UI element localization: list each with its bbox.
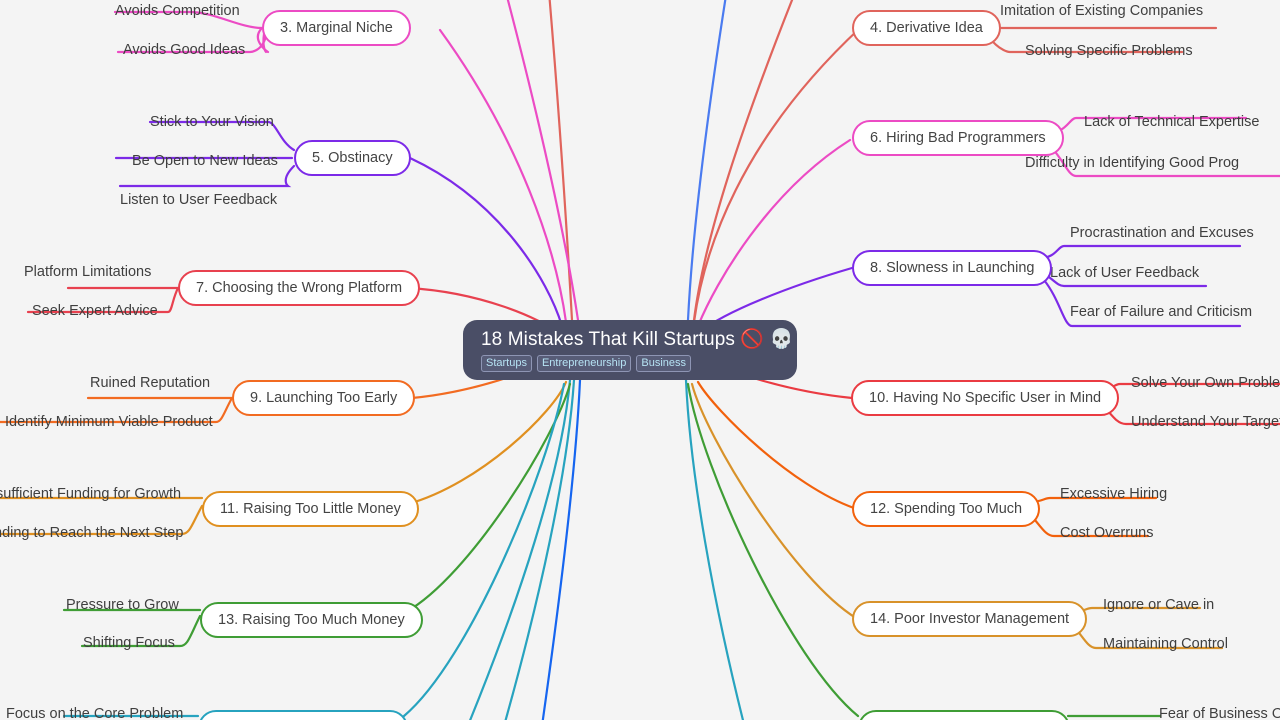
branch-label-11: 11. Raising Too Little Money	[220, 501, 401, 517]
leaf-imitation-existing-companies[interactable]: Imitation of Existing Companies	[1000, 3, 1203, 20]
branch-node-15[interactable]	[198, 710, 408, 720]
branch-node-13[interactable]: 13. Raising Too Much Money	[200, 602, 423, 638]
root-title: 18 Mistakes That Kill Startups 🚫 💀	[481, 329, 793, 351]
leaf-text: Cost Overruns	[1060, 525, 1154, 541]
leaf-text: Lack of User Feedback	[1050, 265, 1200, 281]
branch-label-4: 4. Derivative Idea	[870, 20, 983, 36]
leaf-ignore-or-cave-in[interactable]: Ignore or Cave in	[1103, 597, 1214, 614]
leaf-funding-to-reach-the-next-step[interactable]: nding to Reach the Next Step	[0, 525, 183, 542]
leaf-difficulty-identifying-good-programmers[interactable]: Difficulty in Identifying Good Prog	[1025, 155, 1239, 172]
leaf-insufficient-funding-for-growth[interactable]: sufficient Funding for Growth	[0, 486, 181, 503]
leaf-seek-expert-advice[interactable]: Seek Expert Advice	[32, 303, 158, 320]
leaf-ruined-reputation[interactable]: Ruined Reputation	[90, 375, 210, 392]
branch-label-5: 5. Obstinacy	[312, 150, 393, 166]
leaf-maintaining-control[interactable]: Maintaining Control	[1103, 636, 1228, 653]
branch-node-4[interactable]: 4. Derivative Idea	[852, 10, 1001, 46]
mindmap-canvas: 18 Mistakes That Kill Startups 🚫 💀 Start…	[0, 0, 1280, 720]
leaf-text: Avoids Competition	[115, 3, 240, 19]
branch-label-8: 8. Slowness in Launching	[870, 260, 1035, 276]
leaf-shifting-focus[interactable]: Shifting Focus	[83, 635, 175, 652]
leaf-text: Ruined Reputation	[90, 375, 211, 391]
leaf-text: Procrastination and Excuses	[1070, 225, 1254, 241]
root-node[interactable]: 18 Mistakes That Kill Startups 🚫 💀 Start…	[463, 320, 797, 380]
leaf-be-open-to-new-ideas[interactable]: Be Open to New Ideas	[132, 153, 278, 170]
leaf-text: sufficient Funding for Growth	[0, 486, 182, 502]
leaf-text: Seek Expert Advice	[32, 303, 158, 319]
branch-label-14: 14. Poor Investor Management	[870, 611, 1070, 627]
leaf-identify-minimum-viable-product[interactable]: Identify Minimum Viable Product	[5, 414, 213, 431]
leaf-text: Imitation of Existing Companies	[1000, 3, 1204, 19]
branch-node-10[interactable]: 10. Having No Specific User in Mind	[851, 380, 1120, 416]
leaf-lack-of-user-feedback[interactable]: Lack of User Feedback	[1050, 265, 1199, 282]
leaf-text: Ignore or Cave in	[1103, 597, 1215, 613]
leaf-text: Avoids Good Ideas	[123, 42, 246, 58]
branch-label-12: 12. Spending Too Much	[870, 501, 1023, 517]
tag-startups[interactable]: Startups	[481, 355, 532, 372]
leaf-pressure-to-grow[interactable]: Pressure to Grow	[66, 597, 179, 614]
branch-label-3: 3. Marginal Niche	[280, 20, 393, 36]
leaf-text: Solving Specific Problems	[1025, 43, 1193, 59]
branch-node-16[interactable]	[858, 710, 1070, 720]
leaf-text: Maintaining Control	[1103, 636, 1228, 652]
branch-label-7: 7. Choosing the Wrong Platform	[196, 280, 403, 296]
branch-node-6[interactable]: 6. Hiring Bad Programmers	[852, 120, 1064, 156]
leaf-text: Stick to Your Vision	[150, 114, 274, 130]
leaf-fear-of-business-operations[interactable]: Fear of Business Ope	[1159, 706, 1280, 720]
leaf-text: Lack of Technical Expertise	[1084, 114, 1260, 130]
branch-node-7[interactable]: 7. Choosing the Wrong Platform	[178, 270, 421, 306]
leaf-text: Understand Your Target A	[1131, 414, 1280, 430]
leaf-text: Difficulty in Identifying Good Prog	[1025, 155, 1240, 171]
leaf-avoids-competition[interactable]: Avoids Competition	[115, 3, 240, 20]
root-title-text: 18 Mistakes That Kill Startups	[481, 329, 735, 350]
leaf-text: Identify Minimum Viable Product	[5, 414, 213, 430]
leaf-lack-of-technical-expertise[interactable]: Lack of Technical Expertise	[1084, 114, 1259, 131]
prohibited-icon: 🚫	[740, 329, 765, 350]
leaf-listen-to-user-feedback[interactable]: Listen to User Feedback	[120, 192, 277, 209]
skull-icon: 💀	[769, 329, 794, 350]
leaf-text: Be Open to New Ideas	[132, 153, 278, 169]
leaf-excessive-hiring[interactable]: Excessive Hiring	[1060, 486, 1167, 503]
branch-label-6: 6. Hiring Bad Programmers	[870, 130, 1046, 146]
branch-node-9[interactable]: 9. Launching Too Early	[232, 380, 416, 416]
leaf-solve-your-own-problem[interactable]: Solve Your Own Problem	[1131, 375, 1280, 392]
branch-node-14[interactable]: 14. Poor Investor Management	[852, 601, 1088, 637]
leaf-text: Platform Limitations	[24, 264, 152, 280]
leaf-text: Shifting Focus	[83, 635, 175, 651]
branch-node-5[interactable]: 5. Obstinacy	[294, 140, 411, 176]
tag-entrepreneurship[interactable]: Entrepreneurship	[536, 355, 632, 372]
leaf-text: Listen to User Feedback	[120, 192, 278, 208]
leaf-text: Solve Your Own Problem	[1131, 375, 1280, 391]
branch-node-8[interactable]: 8. Slowness in Launching	[852, 250, 1053, 286]
root-tags: Startups Entrepreneurship Business	[481, 355, 781, 372]
leaf-text: Fear of Failure and Criticism	[1070, 304, 1253, 320]
branch-node-11[interactable]: 11. Raising Too Little Money	[202, 491, 419, 527]
branch-label-13: 13. Raising Too Much Money	[218, 612, 405, 628]
leaf-platform-limitations[interactable]: Platform Limitations	[24, 264, 151, 281]
leaf-text: Fear of Business Ope	[1159, 706, 1280, 720]
leaf-solving-specific-problems[interactable]: Solving Specific Problems	[1025, 43, 1193, 60]
leaf-text: nding to Reach the Next Step	[0, 525, 184, 541]
branch-node-3[interactable]: 3. Marginal Niche	[262, 10, 411, 46]
leaf-fear-of-failure-and-criticism[interactable]: Fear of Failure and Criticism	[1070, 304, 1252, 321]
leaf-stick-to-your-vision[interactable]: Stick to Your Vision	[150, 114, 274, 131]
branch-label-10: 10. Having No Specific User in Mind	[869, 390, 1102, 406]
leaf-text: Excessive Hiring	[1060, 486, 1168, 502]
leaf-text: Focus on the Core Problem	[6, 706, 184, 720]
leaf-focus-on-the-core-problem[interactable]: Focus on the Core Problem	[6, 706, 183, 720]
tag-business[interactable]: Business	[636, 355, 691, 372]
leaf-cost-overruns[interactable]: Cost Overruns	[1060, 525, 1153, 542]
leaf-understand-your-target-audience[interactable]: Understand Your Target A	[1131, 414, 1280, 431]
leaf-avoids-good-ideas[interactable]: Avoids Good Ideas	[123, 42, 245, 59]
branch-node-12[interactable]: 12. Spending Too Much	[852, 491, 1041, 527]
leaf-text: Pressure to Grow	[66, 597, 179, 613]
leaf-procrastination-and-excuses[interactable]: Procrastination and Excuses	[1070, 225, 1254, 242]
branch-label-9: 9. Launching Too Early	[250, 390, 398, 406]
